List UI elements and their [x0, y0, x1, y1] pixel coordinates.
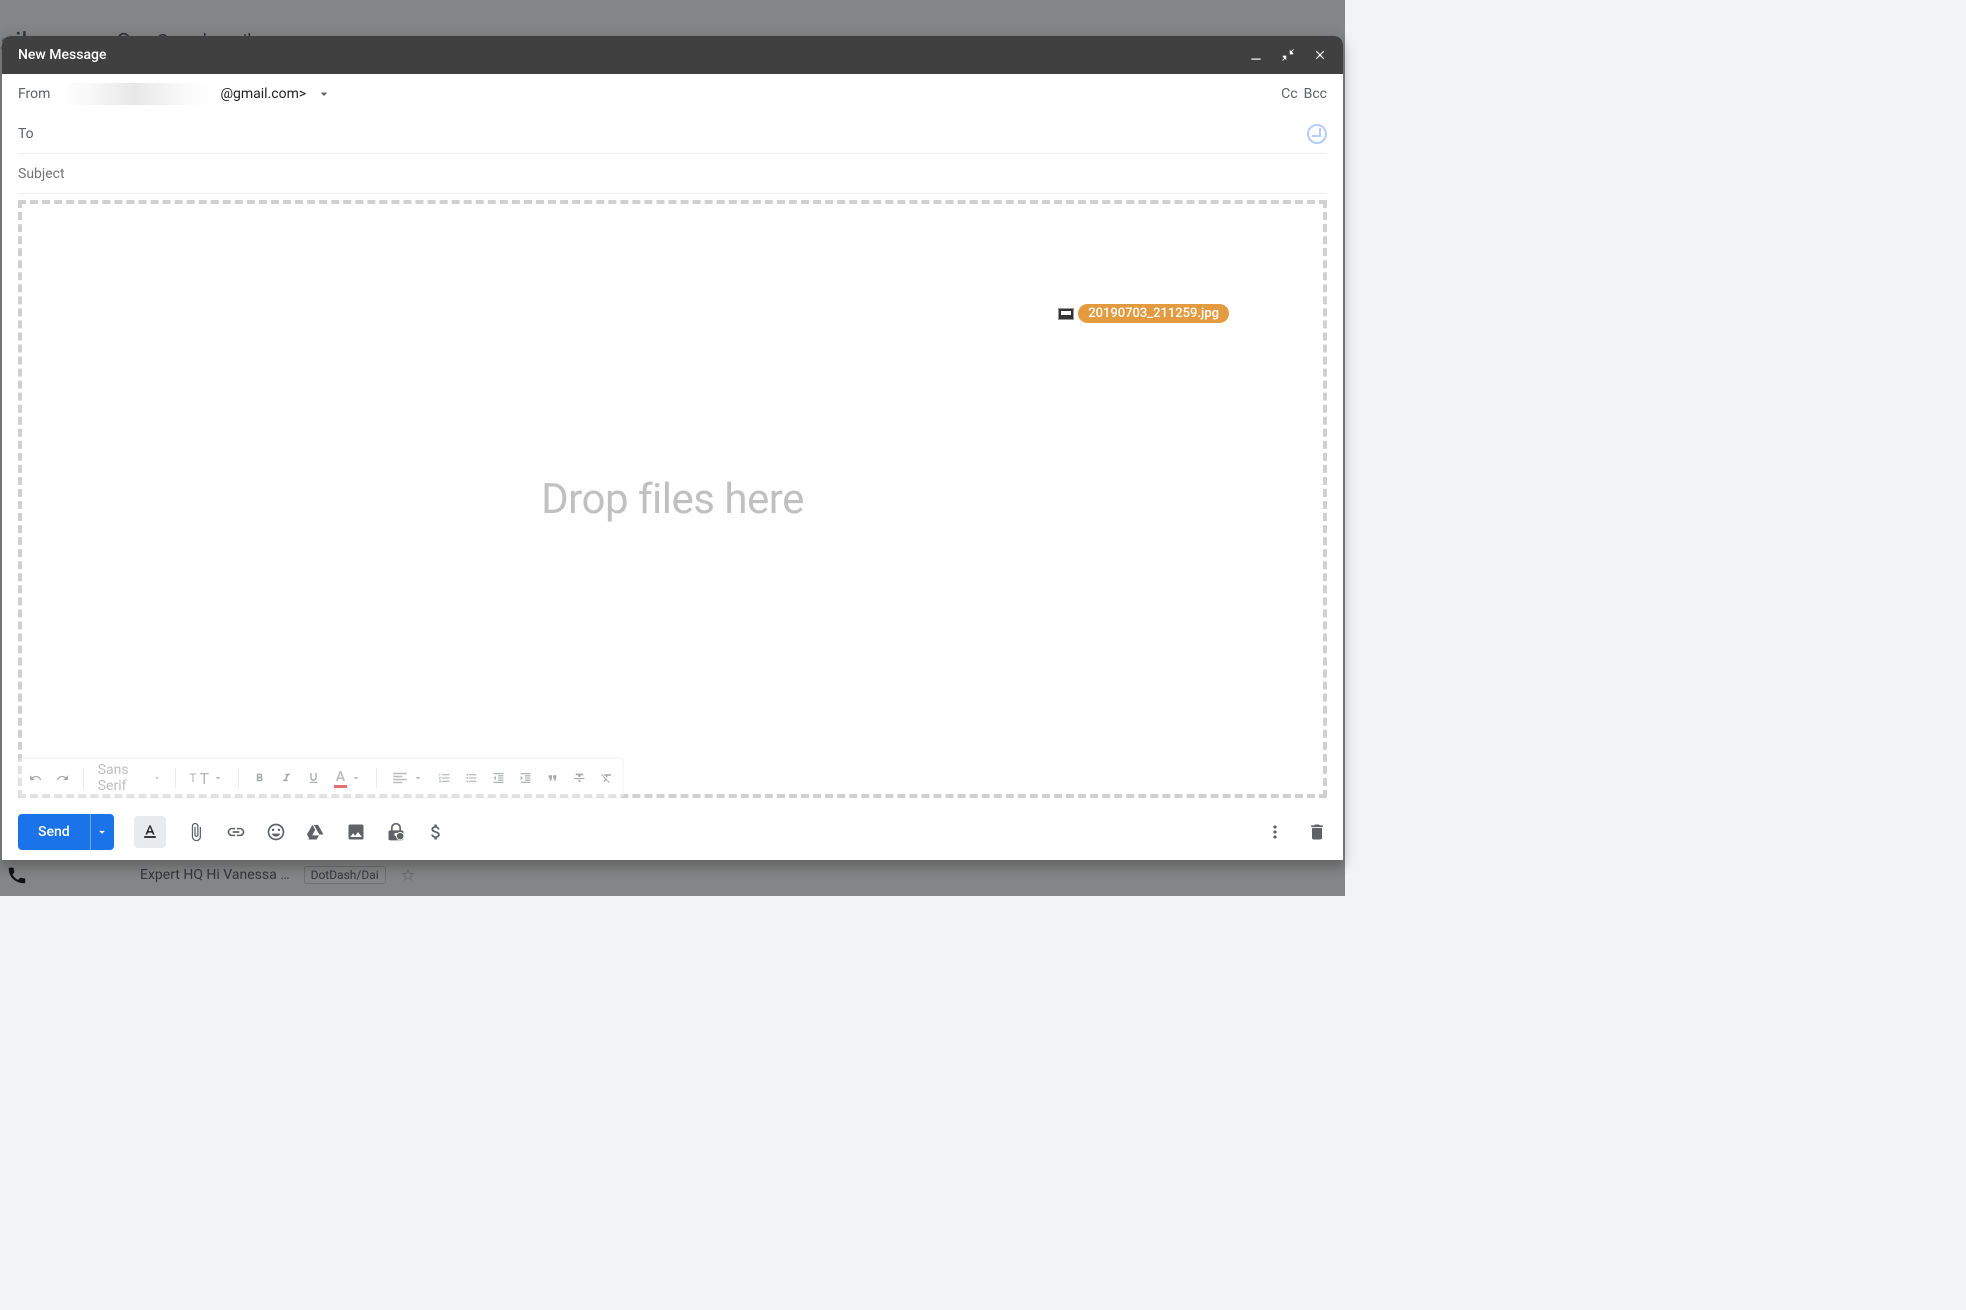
- from-address-masked: [60, 83, 210, 105]
- redo-icon[interactable]: [56, 768, 69, 788]
- to-label: To: [18, 126, 34, 142]
- bcc-button[interactable]: Bcc: [1304, 86, 1327, 102]
- send-options-dropdown[interactable]: [90, 814, 114, 850]
- quote-icon[interactable]: [546, 768, 559, 788]
- exit-fullscreen-icon[interactable]: [1281, 48, 1295, 62]
- font-dropdown-icon[interactable]: [153, 772, 161, 784]
- insert-drive-icon[interactable]: [306, 822, 326, 842]
- indent-more-icon[interactable]: [519, 768, 532, 788]
- send-button-group: Send: [18, 814, 114, 850]
- insert-money-icon[interactable]: [426, 822, 446, 842]
- compose-dialog: New Message From @gmail.com> Cc Bcc: [2, 36, 1343, 860]
- confidential-mode-icon[interactable]: [386, 822, 406, 842]
- formatting-toolbar: Sans Serif TT A: [18, 758, 624, 798]
- formatting-options-icon[interactable]: [134, 816, 166, 848]
- indent-less-icon[interactable]: [492, 768, 505, 788]
- dropzone-text: Drop files here: [541, 475, 804, 524]
- compose-body[interactable]: Drop files here 20190703_211259.jpg Sans…: [18, 200, 1327, 798]
- image-file-icon: [1058, 308, 1074, 320]
- from-dropdown-icon[interactable]: [316, 86, 332, 102]
- remove-formatting-icon[interactable]: [600, 768, 613, 788]
- from-label: From: [18, 86, 50, 102]
- from-field[interactable]: From @gmail.com> Cc Bcc: [18, 74, 1327, 114]
- schedule-icon[interactable]: [1307, 124, 1327, 144]
- dragged-file: 20190703_211259.jpg: [1058, 304, 1229, 323]
- send-button[interactable]: Send: [18, 814, 90, 850]
- insert-emoji-icon[interactable]: [266, 822, 286, 842]
- cc-button[interactable]: Cc: [1281, 86, 1297, 102]
- discard-draft-icon[interactable]: [1307, 822, 1327, 842]
- compose-header: New Message: [2, 36, 1343, 74]
- to-field-row: To: [18, 114, 1327, 154]
- subject-input[interactable]: [18, 166, 1327, 182]
- subject-field-row: [18, 154, 1327, 194]
- dragged-file-name: 20190703_211259.jpg: [1078, 304, 1229, 323]
- more-options-icon[interactable]: [1265, 822, 1285, 842]
- underline-icon[interactable]: [307, 768, 320, 788]
- italic-icon[interactable]: [280, 768, 293, 788]
- close-icon[interactable]: [1313, 48, 1327, 62]
- from-domain-suffix: @gmail.com>: [220, 86, 306, 102]
- attach-file-icon[interactable]: [186, 822, 206, 842]
- compose-toolbar: Send: [2, 804, 1343, 860]
- text-color-button[interactable]: A: [334, 769, 362, 788]
- insert-photo-icon[interactable]: [346, 822, 366, 842]
- align-button[interactable]: [391, 769, 424, 787]
- numbered-list-icon[interactable]: [438, 768, 451, 788]
- strikethrough-icon[interactable]: [573, 768, 586, 788]
- undo-icon[interactable]: [29, 768, 42, 788]
- compose-title: New Message: [18, 47, 1249, 63]
- file-dropzone[interactable]: Drop files here 20190703_211259.jpg: [18, 200, 1327, 798]
- to-input[interactable]: [44, 126, 1297, 142]
- bulleted-list-icon[interactable]: [465, 768, 478, 788]
- font-size-button[interactable]: TT: [189, 769, 224, 788]
- minimize-icon[interactable]: [1249, 48, 1263, 62]
- font-selector[interactable]: Sans Serif: [98, 762, 139, 794]
- insert-link-icon[interactable]: [226, 822, 246, 842]
- bold-icon[interactable]: [253, 768, 266, 788]
